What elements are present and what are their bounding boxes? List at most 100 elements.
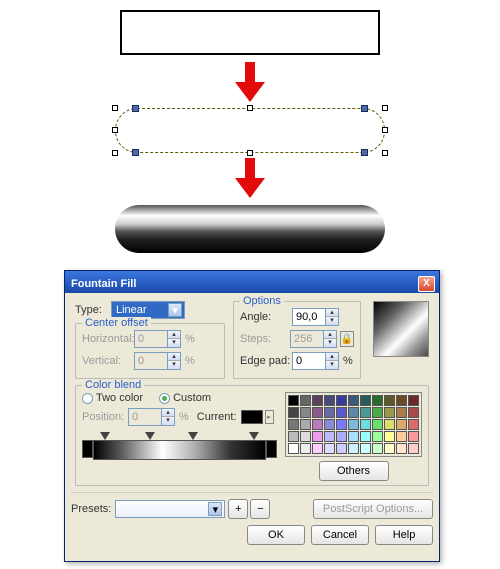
custom-radio[interactable] <box>159 393 170 404</box>
palette-swatch[interactable] <box>408 431 419 442</box>
palette-swatch[interactable] <box>336 407 347 418</box>
palette-swatch[interactable] <box>312 431 323 442</box>
palette-swatch[interactable] <box>360 407 371 418</box>
center-offset-group: Center offset Horizontal: ▴▾ % Vertical: <box>75 323 225 379</box>
close-button[interactable]: X <box>418 276 435 292</box>
palette-swatch[interactable] <box>396 431 407 442</box>
color-blend-title: Color blend <box>82 379 144 391</box>
palette-swatch[interactable] <box>300 431 311 442</box>
palette-swatch[interactable] <box>408 395 419 406</box>
palette-swatch[interactable] <box>372 431 383 442</box>
palette-swatch[interactable] <box>300 407 311 418</box>
palette-swatch[interactable] <box>312 395 323 406</box>
palette-swatch[interactable] <box>384 443 395 454</box>
palette-swatch[interactable] <box>408 407 419 418</box>
dialog-title: Fountain Fill <box>71 278 136 290</box>
palette-swatch[interactable] <box>288 419 299 430</box>
palette-swatch[interactable] <box>396 419 407 430</box>
palette-swatch[interactable] <box>324 431 335 442</box>
palette-swatch[interactable] <box>408 443 419 454</box>
horizontal-label: Horizontal: <box>82 333 134 345</box>
options-title: Options <box>240 295 284 307</box>
palette-swatch[interactable] <box>348 419 359 430</box>
palette-swatch[interactable] <box>348 431 359 442</box>
palette-swatch[interactable] <box>360 443 371 454</box>
palette-swatch[interactable] <box>324 419 335 430</box>
palette-swatch[interactable] <box>396 443 407 454</box>
chevron-down-icon[interactable]: ▾ <box>208 502 222 516</box>
palette-swatch[interactable] <box>396 395 407 406</box>
custom-label: Custom <box>173 392 211 404</box>
ok-button[interactable]: OK <box>247 525 305 545</box>
palette-swatch[interactable] <box>288 395 299 406</box>
palette-swatch[interactable] <box>384 395 395 406</box>
edgepad-spinner[interactable]: ▴▾ <box>292 352 339 370</box>
edgepad-label: Edge pad: <box>240 355 292 367</box>
flyout-icon[interactable]: ▸ <box>265 410 274 424</box>
palette-swatch[interactable] <box>300 395 311 406</box>
two-color-radio[interactable] <box>82 393 93 404</box>
gradient-stop[interactable] <box>188 432 198 440</box>
palette-swatch[interactable] <box>348 443 359 454</box>
palette-swatch[interactable] <box>336 419 347 430</box>
preset-add-button[interactable]: + <box>228 499 248 519</box>
end-color-swatch[interactable] <box>266 440 277 458</box>
palette-swatch[interactable] <box>384 407 395 418</box>
palette-swatch[interactable] <box>348 407 359 418</box>
palette-swatch[interactable] <box>312 443 323 454</box>
palette-swatch[interactable] <box>300 419 311 430</box>
palette-swatch[interactable] <box>372 407 383 418</box>
gradient-stop[interactable] <box>100 432 110 440</box>
color-palette[interactable] <box>285 392 422 457</box>
presets-select[interactable]: ▾ <box>115 500 225 518</box>
position-spinner: ▴▾ <box>128 408 175 426</box>
palette-swatch[interactable] <box>300 443 311 454</box>
vertical-label: Vertical: <box>82 355 134 367</box>
others-button[interactable]: Others <box>319 461 389 481</box>
palette-swatch[interactable] <box>336 431 347 442</box>
cancel-button[interactable]: Cancel <box>311 525 369 545</box>
palette-swatch[interactable] <box>396 407 407 418</box>
palette-swatch[interactable] <box>336 395 347 406</box>
palette-swatch[interactable] <box>288 443 299 454</box>
palette-swatch[interactable] <box>348 395 359 406</box>
palette-swatch[interactable] <box>324 407 335 418</box>
palette-swatch[interactable] <box>336 443 347 454</box>
angle-spinner[interactable]: ▴▾ <box>292 308 339 326</box>
angle-label: Angle: <box>240 311 292 323</box>
palette-swatch[interactable] <box>384 419 395 430</box>
gradient-stop[interactable] <box>145 432 155 440</box>
palette-swatch[interactable] <box>312 419 323 430</box>
palette-swatch[interactable] <box>360 419 371 430</box>
palette-swatch[interactable] <box>360 395 371 406</box>
lock-icon[interactable]: 🔒 <box>340 331 354 347</box>
angle-spin-buttons[interactable]: ▴▾ <box>326 308 339 326</box>
horizontal-input <box>134 330 168 348</box>
palette-swatch[interactable] <box>324 395 335 406</box>
palette-swatch[interactable] <box>372 395 383 406</box>
palette-swatch[interactable] <box>384 431 395 442</box>
gradient-ramp[interactable] <box>93 440 266 460</box>
edgepad-spin-buttons[interactable]: ▴▾ <box>326 352 339 370</box>
palette-swatch[interactable] <box>408 419 419 430</box>
palette-swatch[interactable] <box>372 443 383 454</box>
edgepad-input[interactable] <box>292 352 326 370</box>
titlebar[interactable]: Fountain Fill X <box>65 271 439 293</box>
options-group: Options Angle: ▴▾ Steps: ▴▾ <box>233 301 361 379</box>
preset-remove-button[interactable]: − <box>250 499 270 519</box>
palette-swatch[interactable] <box>372 419 383 430</box>
palette-swatch[interactable] <box>312 407 323 418</box>
palette-swatch[interactable] <box>288 431 299 442</box>
angle-input[interactable] <box>292 308 326 326</box>
help-button[interactable]: Help <box>375 525 433 545</box>
two-color-label: Two color <box>96 392 143 404</box>
palette-swatch[interactable] <box>360 431 371 442</box>
step-1-rectangle <box>120 10 380 55</box>
chevron-down-icon[interactable]: ▾ <box>168 303 182 317</box>
palette-swatch[interactable] <box>288 407 299 418</box>
color-blend-group: Color blend Two color Custom Position: <box>75 385 429 486</box>
palette-swatch[interactable] <box>324 443 335 454</box>
current-color-swatch[interactable] <box>241 410 263 424</box>
gradient-stop[interactable] <box>249 432 259 440</box>
start-color-swatch[interactable] <box>82 440 93 458</box>
